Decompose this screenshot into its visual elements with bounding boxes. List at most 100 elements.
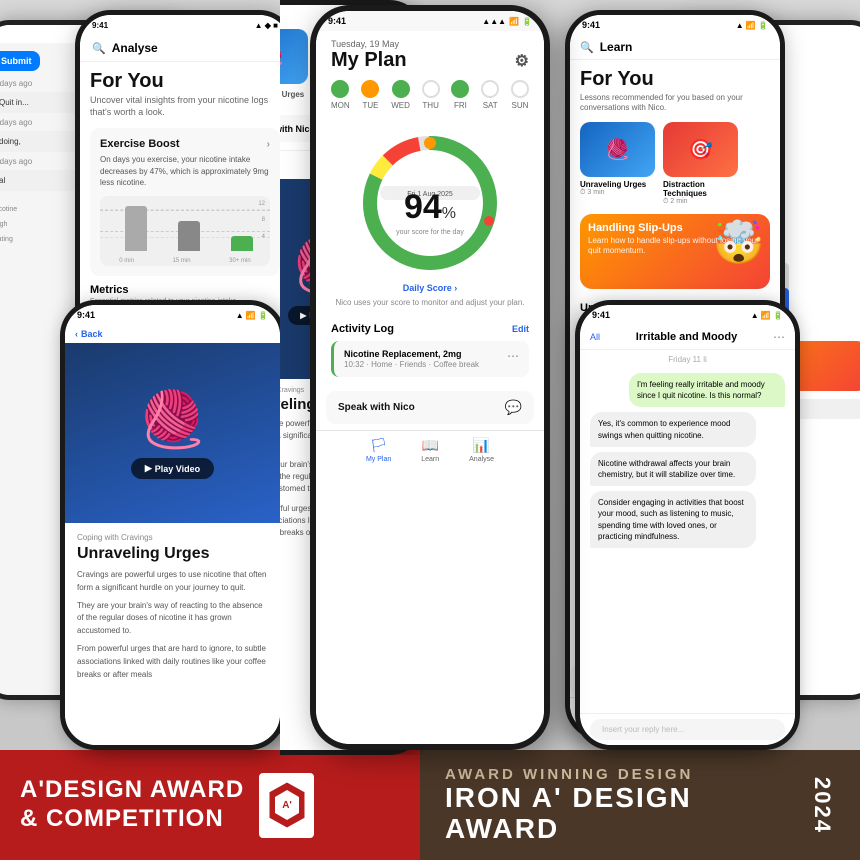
daily-score-link[interactable]: Daily Score › — [316, 283, 544, 298]
award-right-section: AWARD WINNING DESIGN IRON A' DESIGN AWAR… — [420, 750, 860, 860]
status-icons-detail: ▲ 📶 🔋 — [736, 21, 768, 30]
chart-area: 12 8 4 0 min 15 min 30+ min — [100, 196, 270, 266]
chart-label-0min: 0 min — [119, 258, 134, 264]
award-line1: A'DESIGN AWARD — [20, 776, 244, 803]
bar-icon-plan: 📊 — [473, 437, 490, 454]
time-learn: 9:41 — [582, 20, 600, 30]
lesson-thumb-learn-1: 🧶 — [580, 122, 655, 177]
nav-plan-active[interactable]: 🏳 My Plan — [366, 437, 391, 463]
edit-btn[interactable]: Edit — [512, 324, 529, 334]
award-banner: A'DESIGN AWARD & COMPETITION A' AWARD WI… — [0, 750, 860, 860]
chart-label-15min: 15 min — [173, 258, 191, 264]
day-dot-tue — [361, 80, 379, 98]
lesson-dur-1: ⏱ 3 min — [580, 189, 655, 197]
score-number-display: 94% — [396, 188, 464, 227]
battery-icon: 🔋 — [522, 17, 532, 26]
time-plan: 9:41 — [328, 16, 346, 26]
chart-x-labels: 0 min 15 min 30+ min — [100, 258, 270, 264]
urges-body-full-1: Cravings are powerful urges to use nicot… — [77, 569, 268, 595]
exercise-boost-card: Exercise Boost › On days you exercise, y… — [90, 128, 280, 276]
day-sun: SUN — [511, 80, 529, 110]
phone-my-plan: 9:41 ▲▲▲ 📶 🔋 Tuesday, 19 May My Plan ⚙ M… — [310, 5, 550, 750]
for-you-subtitle-learn: Lessons recommended for you based on you… — [580, 93, 770, 114]
award-right-text: AWARD WINNING DESIGN IRON A' DESIGN AWAR… — [445, 766, 794, 845]
day-dot-thu — [422, 80, 440, 98]
for-you-learn-section: For You Lessons recommended for you base… — [570, 60, 780, 118]
svg-text:A': A' — [282, 800, 292, 811]
wifi-icon: 📶 — [509, 17, 519, 26]
day-mon: MON — [331, 80, 350, 110]
nav-analyse-plan[interactable]: 📊 Analyse — [469, 437, 494, 463]
day-dot-mon — [331, 80, 349, 98]
status-bar-analyse: 9:41 ▲ ◆ ■ — [80, 15, 290, 35]
signal-icon: ▲▲▲ — [482, 17, 506, 26]
status-icons-learn: ▲ 📶 🔋 — [736, 21, 768, 30]
chevron-icon: › — [267, 139, 270, 150]
nav-learn-plan[interactable]: 📖 Learn — [421, 437, 439, 463]
award-line2: & COMPETITION — [20, 805, 224, 832]
settings-icon[interactable]: ⚙ — [515, 51, 529, 71]
chart-y-label-4: 4 — [262, 234, 265, 240]
chat-all-header: All Irritable and Moody ⋯ — [580, 325, 795, 350]
urges-ball-emoji: 🧶 — [138, 387, 206, 452]
chart-bar-2 — [178, 221, 200, 251]
chat-messages: I'm feeling really irritable and moody s… — [580, 369, 795, 713]
more-icon-activity[interactable]: ⋯ — [507, 349, 519, 363]
analyse-header: 🔍 Analyse — [80, 35, 290, 62]
for-you-title-learn: For You — [580, 68, 770, 91]
urges-hero-full: 🧶 ▶ Play Video — [65, 343, 280, 523]
daily-score-sub: Nico uses your score to monitor and adju… — [316, 298, 544, 315]
award-left-text: A'DESIGN AWARD & COMPETITION — [20, 776, 244, 834]
icons-urges: ▲ 📶 🔋 — [236, 311, 268, 320]
status-bar-urges: 9:41 ▲ 📶 🔋 — [65, 305, 280, 325]
activity-log-header: Activity Log Edit — [331, 323, 529, 335]
lesson-card-2[interactable]: 🎯 Distraction Techniques ⏱ 2 min — [663, 122, 738, 206]
plan-date: Tuesday, 19 May — [331, 39, 529, 49]
score-circle-wrapper: Fri 1 Aug 2025 94% your score for the da… — [355, 128, 505, 278]
award-main-title: IRON A' DESIGN AWARD — [445, 783, 794, 845]
search-icon-learn: 🔍 — [580, 41, 594, 54]
chat-input[interactable]: Insert your reply here... — [590, 719, 785, 740]
chart-bar-3 — [231, 236, 253, 251]
score-percent: % — [442, 205, 456, 222]
speak-nico-plan[interactable]: Speak with Nico 💬 — [326, 391, 534, 424]
signal-icons-plan: ▲▲▲ 📶 🔋 — [482, 17, 532, 26]
day-dot-wed — [392, 80, 410, 98]
more-icon-chat[interactable]: ⋯ — [773, 330, 785, 344]
search-icon-analyse: 🔍 — [92, 42, 106, 55]
learn-title: Learn — [600, 40, 633, 54]
handling-text-area: Handling Slip-Ups Learn how to handle sl… — [588, 222, 762, 257]
phone-chat: 9:41 ▲ 📶 🔋 All Irritable and Moody ⋯ Fri… — [575, 300, 800, 750]
handling-card[interactable]: Handling Slip-Ups Learn how to handle sl… — [580, 214, 770, 289]
award-subtitle: AWARD WINNING DESIGN — [445, 766, 794, 783]
all-btn-chat[interactable]: All — [590, 332, 600, 342]
award-logo-svg: A' — [267, 780, 307, 830]
day-dot-fri — [451, 80, 469, 98]
day-dot-sun — [511, 80, 529, 98]
score-text: 94% your score for the day — [396, 170, 464, 236]
reply-bubble-2: Nicotine withdrawal affects your brain c… — [590, 452, 756, 486]
score-sublabel: your score for the day — [396, 229, 464, 236]
day-dot-sat — [481, 80, 499, 98]
urges-cat-full: Coping with Cravings — [77, 533, 268, 542]
urges-body-full-3: From powerful urges that are hard to ign… — [77, 643, 268, 681]
user-bubble: I'm feeling really irritable and moody s… — [629, 373, 785, 407]
urges-body-full-2: They are your brain's way of reacting to… — [77, 600, 268, 638]
my-plan-header: Tuesday, 19 May My Plan ⚙ — [316, 31, 544, 72]
chart-y-label-12: 12 — [258, 201, 265, 207]
lesson-thumb-learn-2: 🎯 — [663, 122, 738, 177]
submit-button[interactable]: Submit — [0, 51, 40, 71]
play-video-full[interactable]: ▶ Play Video — [131, 458, 214, 479]
status-bar-plan: 9:41 ▲▲▲ 📶 🔋 — [316, 11, 544, 31]
back-btn-urges[interactable]: ‹ Back — [65, 325, 280, 343]
bottom-nav-plan: 🏳 My Plan 📖 Learn 📊 Analyse — [316, 430, 544, 468]
day-fri: FRI — [451, 80, 469, 110]
reply-bubble-3: Consider engaging in activities that boo… — [590, 491, 756, 548]
status-bar-chat: 9:41 ▲ 📶 🔋 — [580, 305, 795, 325]
lesson-card-1[interactable]: 🧶 Unraveling Urges ⏱ 3 min — [580, 122, 655, 206]
for-you-subtitle-analyse: Uncover vital insights from your nicotin… — [90, 95, 280, 118]
award-left-section: A'DESIGN AWARD & COMPETITION A' — [0, 750, 420, 860]
phone-bottom-unraveling: 9:41 ▲ 📶 🔋 ‹ Back 🧶 ▶ Play Video Coping … — [60, 300, 285, 750]
handling-title: Handling Slip-Ups — [588, 222, 762, 234]
handling-card-bg: Handling Slip-Ups Learn how to handle sl… — [580, 214, 770, 289]
